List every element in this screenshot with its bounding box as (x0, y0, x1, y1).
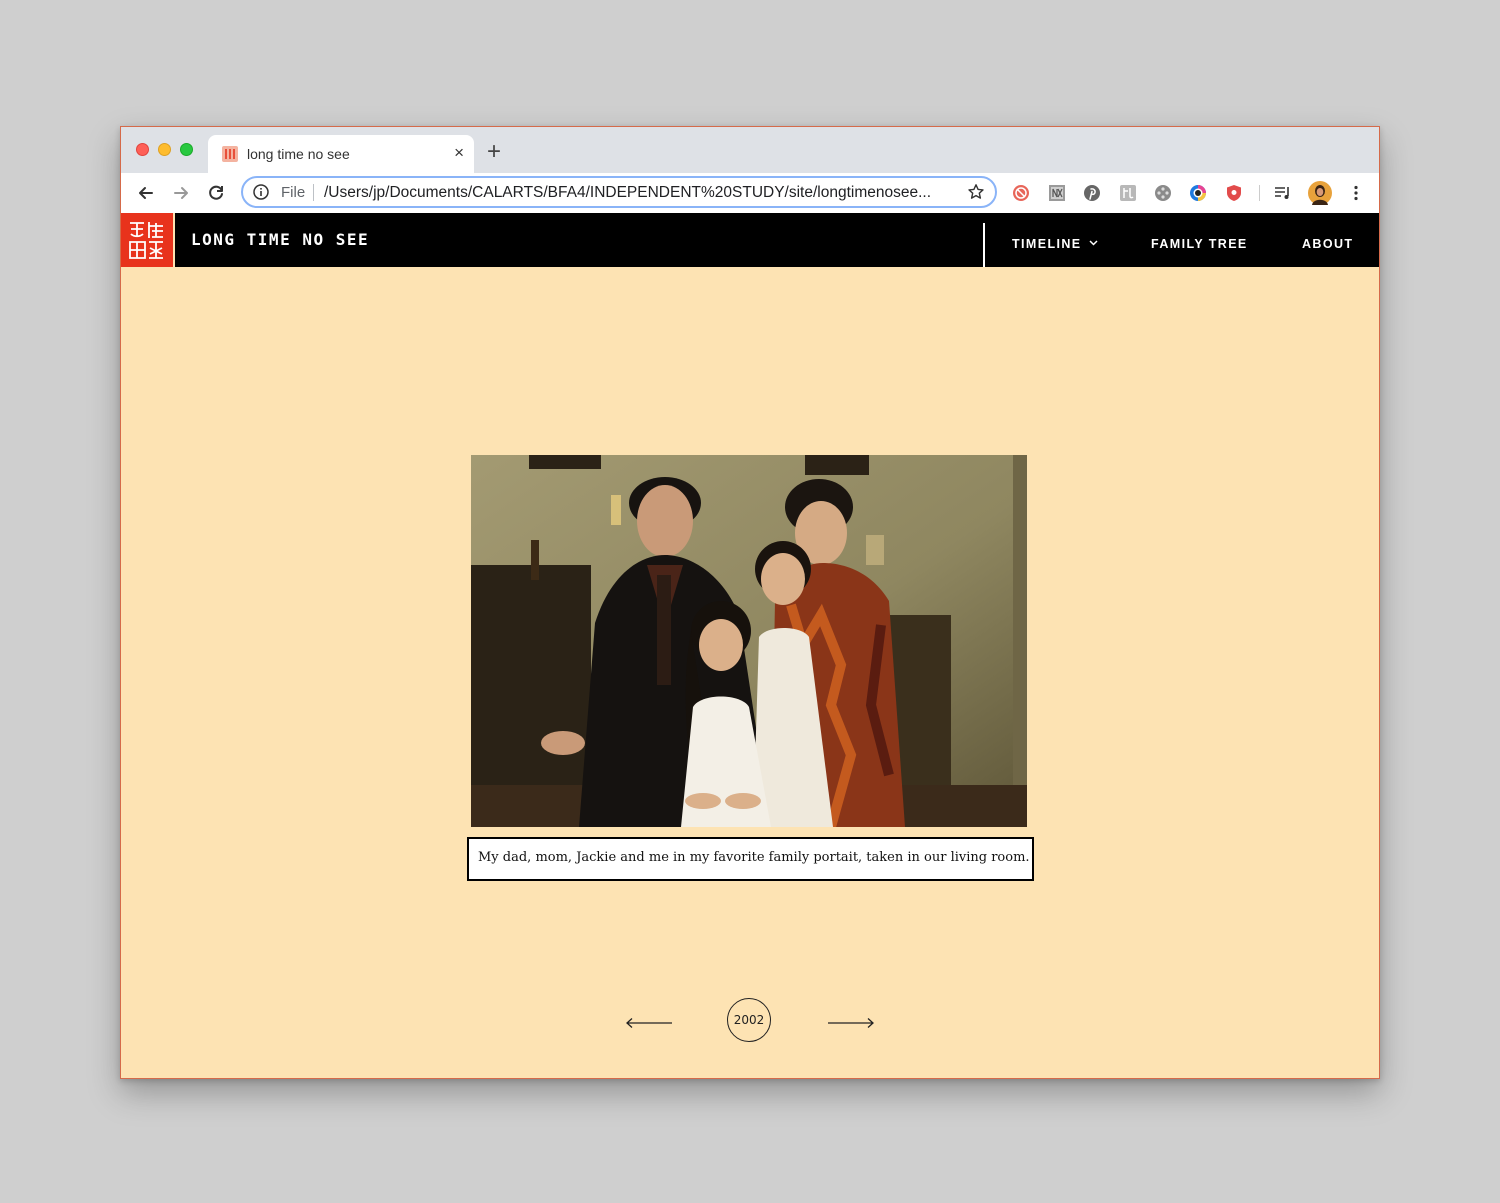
site-logo[interactable] (121, 213, 173, 267)
family-photo (471, 455, 1027, 827)
toolbar-separator (1259, 185, 1260, 201)
next-arrow-icon[interactable] (827, 1015, 875, 1031)
nx-icon[interactable] (1048, 184, 1066, 202)
scheme-label: File (281, 184, 306, 201)
kanji-icon[interactable] (1119, 184, 1137, 202)
close-window-button[interactable] (136, 143, 149, 156)
back-icon[interactable] (136, 183, 156, 203)
shield-icon[interactable] (1225, 184, 1243, 202)
address-bar[interactable]: File /Users/jp/Documents/CALARTS/BFA4/IN… (241, 176, 997, 208)
settings-wheel-icon[interactable] (1154, 184, 1172, 202)
reload-icon[interactable] (206, 183, 226, 203)
tab-title: long time no see (247, 146, 350, 162)
nav-divider (983, 223, 985, 267)
tab-close-icon[interactable]: × (454, 143, 464, 163)
year-label: 2002 (733, 1013, 765, 1027)
url-text[interactable]: /Users/jp/Documents/CALARTS/BFA4/INDEPEN… (324, 184, 964, 202)
nav-timeline-label: TIMELINE (1012, 237, 1082, 251)
photo-caption: My dad, mom, Jackie and me in my favorit… (467, 837, 1034, 881)
caption-text: My dad, mom, Jackie and me in my favorit… (478, 850, 1030, 865)
adblock-icon[interactable] (1012, 184, 1030, 202)
logo-divider (173, 213, 175, 267)
site-title[interactable]: LONG TIME NO SEE (191, 230, 369, 249)
previous-arrow-icon[interactable] (625, 1015, 673, 1031)
nav-timeline[interactable]: TIMELINE (1012, 237, 1098, 251)
new-tab-button[interactable]: + (487, 140, 501, 164)
profile-avatar[interactable] (1308, 181, 1332, 205)
chevron-down-icon (1089, 240, 1098, 246)
nav-family-tree[interactable]: FAMILY TREE (1151, 237, 1248, 251)
browser-toolbar: File /Users/jp/Documents/CALARTS/BFA4/IN… (121, 173, 1379, 213)
address-separator (313, 184, 314, 201)
nav-about[interactable]: ABOUT (1302, 237, 1353, 251)
forward-icon[interactable] (171, 183, 191, 203)
tab-strip: long time no see × + (121, 127, 1379, 173)
minimize-window-button[interactable] (158, 143, 171, 156)
menu-kebab-icon[interactable] (1347, 184, 1365, 202)
year-indicator[interactable]: 2002 (727, 998, 771, 1042)
seal-logo-icon (129, 222, 163, 259)
pinterest-icon[interactable] (1083, 184, 1101, 202)
bookmark-star-icon[interactable] (967, 183, 985, 201)
info-icon[interactable] (253, 184, 269, 200)
color-ring-icon[interactable] (1189, 184, 1207, 202)
maximize-window-button[interactable] (180, 143, 193, 156)
browser-tab[interactable]: long time no see × (208, 135, 474, 173)
site-header: LONG TIME NO SEE TIMELINE FAMILY TREE AB… (121, 213, 1379, 267)
reading-list-icon[interactable] (1274, 184, 1292, 202)
browser-window: long time no see × + File /Users/jp/Docu… (120, 126, 1380, 1079)
favicon-icon (222, 146, 238, 162)
